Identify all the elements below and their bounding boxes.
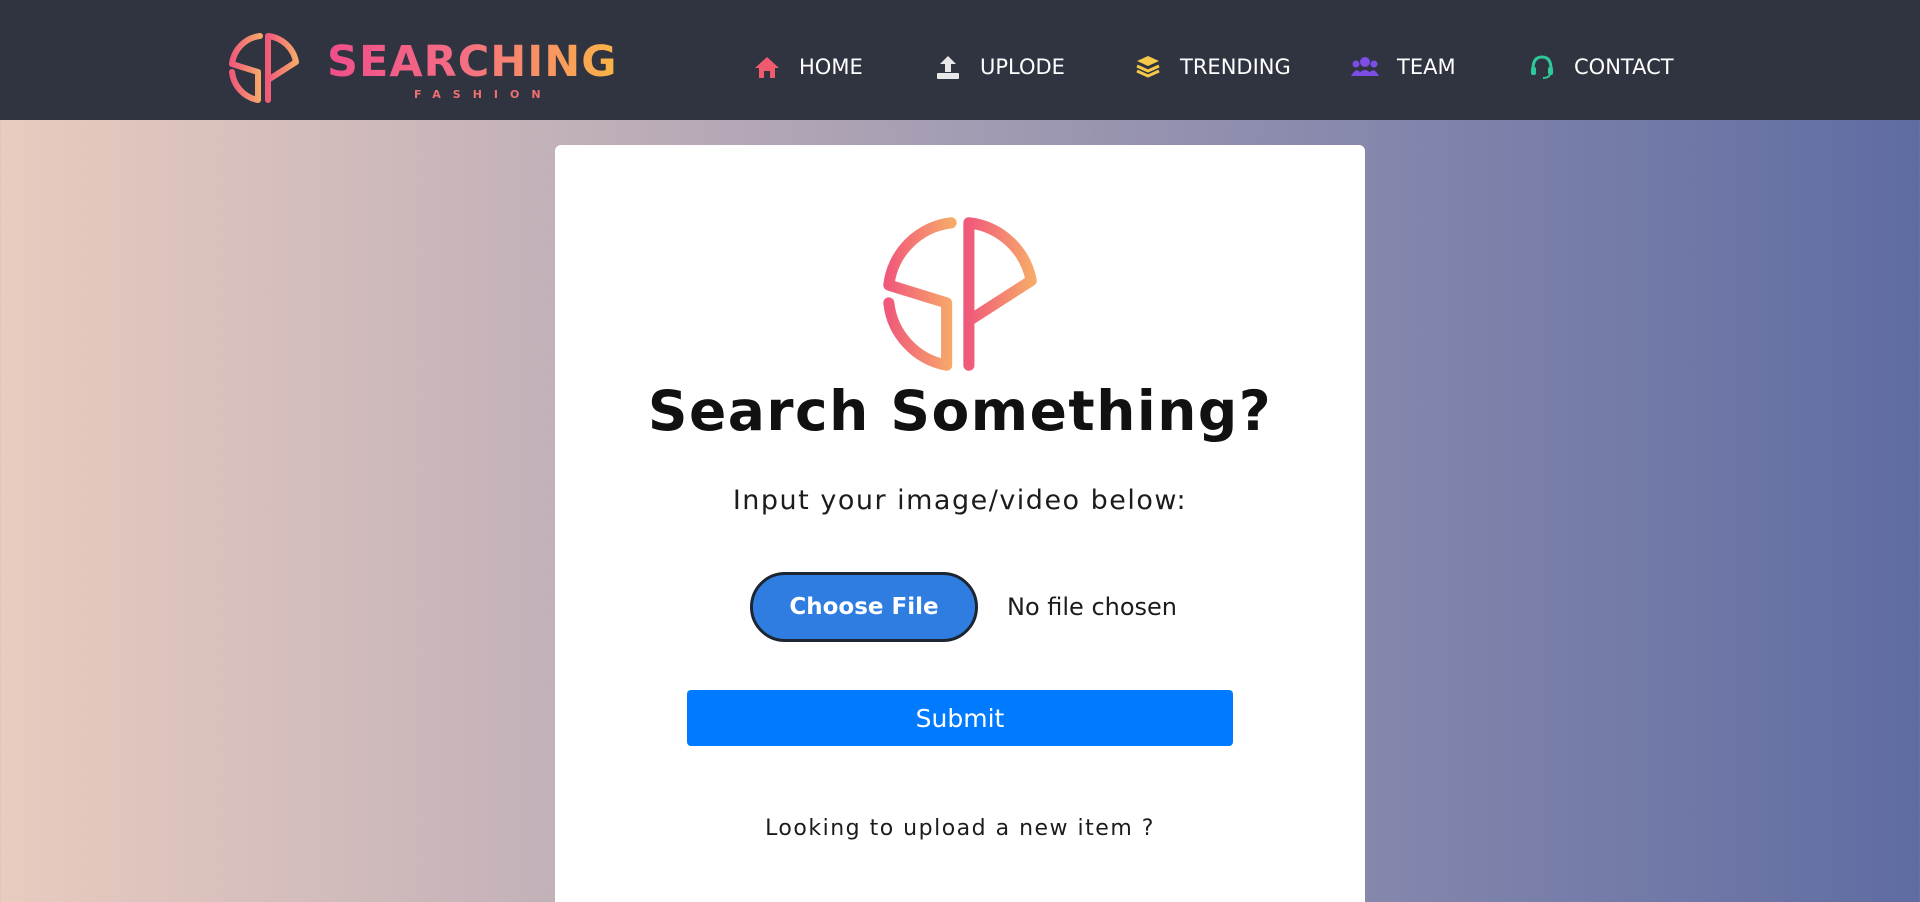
nav-trending-label: TRENDING bbox=[1180, 55, 1291, 79]
nav-home[interactable]: HOME bbox=[753, 50, 863, 84]
nav-team[interactable]: TEAM bbox=[1351, 50, 1456, 84]
brand-logo[interactable]: SEARCHING FASHION bbox=[224, 28, 624, 108]
sp-logo-large bbox=[883, 217, 1037, 371]
page-title: Search Something? bbox=[647, 379, 1273, 443]
upload-instruction: Input your image/video below: bbox=[732, 485, 1188, 516]
upload-new-item-link[interactable]: Looking to upload a new item ? bbox=[555, 816, 1365, 841]
users-icon bbox=[1351, 54, 1381, 80]
nav-upload-label: UPLODE bbox=[980, 55, 1065, 79]
nav-home-label: HOME bbox=[799, 55, 863, 79]
choose-file-button[interactable]: Choose File bbox=[750, 572, 978, 642]
file-status-text: No file chosen bbox=[1007, 593, 1178, 621]
brand-name: SEARCHING bbox=[327, 37, 618, 87]
upload-icon bbox=[934, 54, 964, 80]
nav-contact[interactable]: CONTACT bbox=[1528, 50, 1674, 84]
home-icon bbox=[753, 54, 783, 80]
search-card: Search Something? Input your image/video… bbox=[555, 145, 1365, 902]
nav-contact-label: CONTACT bbox=[1574, 55, 1674, 79]
top-navbar: SEARCHING FASHION HOME UPLODE TRENDING T… bbox=[0, 0, 1920, 120]
nav-trending[interactable]: TRENDING bbox=[1134, 50, 1291, 84]
nav-upload[interactable]: UPLODE bbox=[934, 50, 1065, 84]
headset-icon bbox=[1528, 54, 1558, 80]
submit-button[interactable]: Submit bbox=[687, 690, 1233, 746]
brand-tagline: FASHION bbox=[414, 88, 553, 101]
layers-icon bbox=[1134, 54, 1164, 80]
nav-team-label: TEAM bbox=[1397, 55, 1456, 79]
sp-logo-mark bbox=[229, 33, 299, 103]
